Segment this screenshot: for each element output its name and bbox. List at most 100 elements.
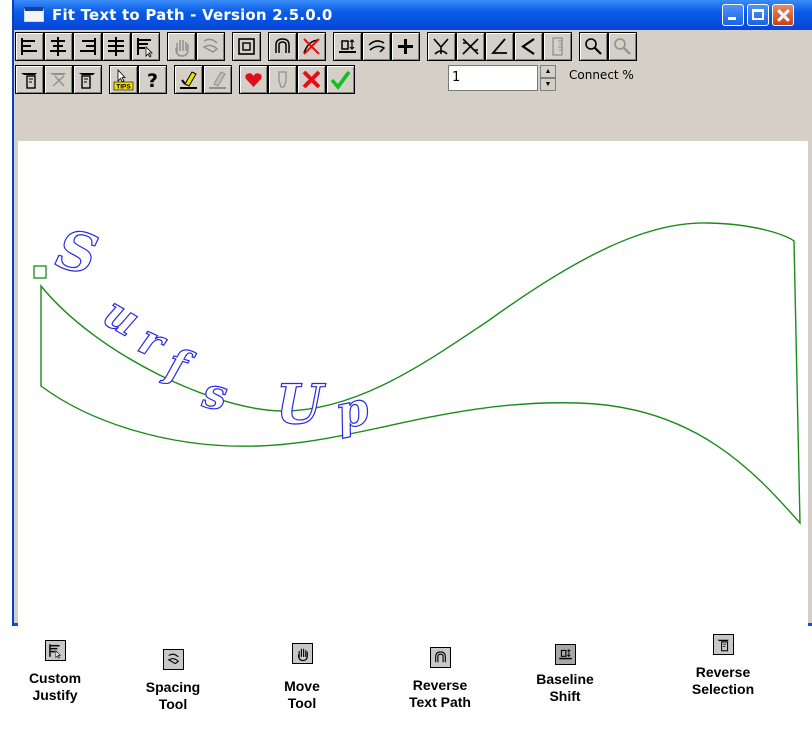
justify-full-button[interactable] [102, 31, 131, 61]
spin-down-icon[interactable]: ▼ [540, 78, 556, 91]
legend-reverse-text-path: Reverse Text Path [400, 640, 480, 711]
close-button[interactable] [772, 4, 794, 26]
highlighter-icon [180, 70, 197, 89]
char-u2: U [276, 372, 326, 436]
legend-label: Baseline Shift [536, 671, 594, 704]
title-bar[interactable]: Fit Text to Path - Version 2.5.0.0 [14, 0, 812, 30]
reverse-selection-disabled-icon [50, 72, 66, 87]
angle-tool-button[interactable] [485, 31, 514, 61]
connect-percent-label: Connect % [569, 68, 634, 82]
add-point-button[interactable] [391, 31, 420, 61]
minimize-button[interactable] [722, 4, 744, 26]
highlight-tool-button[interactable] [174, 64, 203, 94]
spacing-tool-icon [202, 38, 219, 53]
move-tool-icon [175, 39, 189, 57]
legend-label: Reverse Text Path [409, 677, 471, 710]
reverse-selection-3-button[interactable] [73, 64, 102, 94]
legend-spacing-tool: Spacing Tool [140, 640, 206, 713]
red-x-icon [302, 70, 321, 88]
justify-full-icon [108, 36, 124, 56]
ruler-tool-button[interactable] [543, 31, 572, 61]
reverse-selection-icon [21, 72, 37, 89]
path-drawing: S u r f s U p [33, 215, 801, 525]
heart-icon [245, 72, 262, 87]
char-p: p [331, 380, 374, 440]
zoom-tool-2-button[interactable] [608, 31, 637, 61]
ruler-icon [552, 36, 563, 56]
legend-label: Custom Justify [28, 670, 82, 703]
justify-center-icon [50, 36, 66, 56]
app-icon [24, 7, 44, 22]
justify-right-icon [80, 37, 96, 55]
connect-percent-stepper[interactable]: ▲ ▼ [540, 65, 556, 91]
reverse-text-path-icon [275, 37, 290, 53]
reverse-text-path-icon [429, 647, 451, 668]
curved-path-outline [40, 222, 801, 525]
zoom-tool-button[interactable] [579, 31, 608, 61]
char-s: S [51, 216, 104, 288]
legend-custom-justify: Custom Justify [22, 640, 88, 704]
svg-text:?: ? [147, 70, 158, 91]
window-title: Fit Text to Path - Version 2.5.0.0 [52, 6, 333, 24]
spacing-tool-icon [162, 649, 184, 670]
rotate-chars-button[interactable] [362, 31, 391, 61]
path-start-handle [33, 265, 47, 279]
justify-left-button[interactable] [15, 31, 44, 61]
legend-label: Move Tool [284, 678, 320, 711]
justify-left-icon [21, 37, 37, 55]
connect-percent-input[interactable]: 1 [448, 65, 538, 91]
help-button[interactable]: ? [138, 64, 167, 94]
reverse-selection-2-button[interactable] [44, 64, 73, 94]
svg-text:TIPS: TIPS [116, 83, 131, 90]
eraser-tool-button[interactable] [268, 64, 297, 94]
no-path-icon [303, 37, 320, 55]
legend-reverse-selection: Reverse Selection [678, 634, 768, 698]
frame-tool-icon [238, 37, 255, 55]
ok-button[interactable] [326, 64, 355, 94]
tips-button[interactable]: TIPS [109, 64, 138, 94]
legend-baseline-shift: Baseline Shift [525, 640, 605, 705]
legend-label: Spacing Tool [145, 679, 201, 712]
frame-tool-button[interactable] [232, 31, 261, 61]
custom-justify-button[interactable] [131, 31, 160, 61]
justify-center-button[interactable] [44, 31, 73, 61]
spin-up-icon[interactable]: ▲ [540, 65, 556, 78]
reverse-selection-1-button[interactable] [15, 64, 44, 94]
cancel-button[interactable] [297, 64, 326, 94]
legend-label: Reverse Selection [691, 664, 755, 697]
no-path-button[interactable] [297, 31, 326, 61]
drawing-canvas[interactable]: S u r f s U p [18, 141, 808, 626]
eraser-icon [278, 70, 287, 88]
rotate-chars-icon [368, 39, 386, 53]
maximize-button[interactable] [747, 4, 769, 26]
node-tool-icon [433, 37, 449, 55]
custom-justify-icon [137, 37, 153, 58]
zoom-out-icon [614, 37, 631, 55]
spacing-tool-button[interactable] [196, 31, 225, 61]
baseline-shift-button[interactable] [333, 31, 362, 61]
node-tool-button[interactable] [427, 31, 456, 61]
plus-icon [398, 38, 413, 54]
reverse-selection-icon [712, 634, 734, 655]
toolbar-row-2: TIPS ? [14, 63, 355, 95]
cross-tool-button[interactable] [456, 31, 485, 61]
legend-move-tool: Move Tool [272, 640, 332, 712]
question-mark-icon: ? [147, 70, 158, 91]
less-than-icon [521, 37, 535, 55]
green-check-icon [330, 70, 351, 90]
client-area: TIPS ? 1 ▲ ▼ Connect % S u r f s U p [14, 30, 812, 626]
baseline-shift-icon [554, 644, 576, 665]
baseline-shift-icon [339, 38, 356, 53]
heart-button[interactable] [239, 64, 268, 94]
char-f: f [158, 338, 200, 393]
reverse-selection-alt-icon [79, 72, 95, 89]
pen-tool-button[interactable] [203, 64, 232, 94]
move-tool-button[interactable] [167, 31, 196, 61]
char-u: u [95, 287, 148, 347]
pen-icon [209, 70, 226, 89]
less-tool-button[interactable] [514, 31, 543, 61]
justify-right-button[interactable] [73, 31, 102, 61]
reverse-text-path-button[interactable] [268, 31, 297, 61]
toolbar-row-1 [14, 30, 637, 62]
custom-justify-icon [44, 640, 66, 661]
